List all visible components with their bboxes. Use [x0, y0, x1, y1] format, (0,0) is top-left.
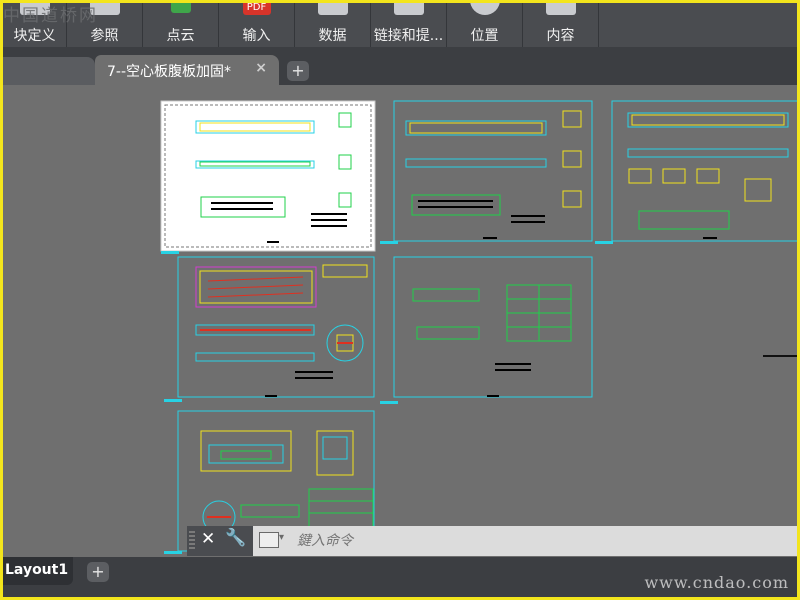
- sheet-3-drawing: [627, 112, 789, 239]
- close-icon[interactable]: ✕: [201, 529, 215, 549]
- command-input[interactable]: [295, 529, 789, 553]
- link-extract-icon: [393, 3, 424, 15]
- layout-sheets: [160, 100, 797, 554]
- close-tab-icon[interactable]: ×: [255, 60, 267, 76]
- sheet-6-drawing: [200, 430, 374, 534]
- data-icon: [317, 3, 348, 15]
- import-label: 输入: [242, 28, 271, 44]
- command-line: ✕ 🔧 ▾: [187, 526, 797, 556]
- file-tab-previous[interactable]: [3, 57, 95, 85]
- sheet-3: [611, 100, 797, 242]
- layout-tab-bar: Layout1 + www.cndao.com: [3, 557, 797, 597]
- pdf-import-icon: PDF: [242, 3, 271, 15]
- location-button[interactable]: 位置: [447, 3, 523, 47]
- command-line-tools: ✕ 🔧: [187, 526, 253, 556]
- link-extract-button[interactable]: 链接和提...: [371, 3, 447, 47]
- block-definition-label: 块定义: [13, 28, 56, 44]
- sheet-5-drawing: [412, 284, 572, 397]
- location-label: 位置: [470, 28, 499, 44]
- new-tab-button[interactable]: +: [287, 61, 309, 81]
- reference-label: 参照: [90, 28, 119, 44]
- location-icon: [469, 3, 500, 15]
- file-tab-title: 7--空心板腹板加固*: [107, 64, 232, 80]
- import-button[interactable]: PDF 输入: [219, 3, 295, 47]
- sheet-2-drawing: [405, 110, 582, 239]
- layout-tab-label: Layout1: [5, 562, 69, 578]
- drag-handle-icon[interactable]: [189, 531, 195, 551]
- file-tab-bar: 7--空心板腹板加固* × +: [3, 47, 797, 85]
- watermark-logo-top: 中国道桥网: [3, 6, 98, 26]
- content-icon: [545, 3, 576, 15]
- content-label: 内容: [546, 28, 575, 44]
- data-label: 数据: [318, 28, 347, 44]
- link-extract-label: 链接和提...: [373, 28, 444, 44]
- file-tab-active[interactable]: 7--空心板腹板加固* ×: [95, 55, 279, 85]
- watermark-url: www.cndao.com: [644, 573, 789, 592]
- autocad-window: 块定义 参照 点云 PDF 输入 数据 链接和提... 位置 内容 中国道桥网 …: [3, 3, 797, 597]
- layout-tab-active[interactable]: Layout1: [3, 557, 73, 585]
- chevron-down-icon[interactable]: ▾: [279, 532, 284, 543]
- content-button[interactable]: 内容: [523, 3, 599, 47]
- wrench-icon[interactable]: 🔧: [225, 528, 246, 548]
- drawing-canvas[interactable]: [3, 85, 797, 557]
- ucs-axis-marker: [763, 355, 797, 357]
- sheet-bar: [161, 251, 179, 254]
- sheet-2: [393, 100, 593, 242]
- data-button[interactable]: 数据: [295, 3, 371, 47]
- point-cloud-button[interactable]: 点云: [143, 3, 219, 47]
- sheet-4-drawing: [195, 264, 368, 397]
- ribbon-panel: 块定义 参照 点云 PDF 输入 数据 链接和提... 位置 内容: [3, 3, 797, 47]
- new-layout-button[interactable]: +: [87, 562, 109, 582]
- point-cloud-label: 点云: [166, 28, 195, 44]
- point-cloud-icon: [170, 3, 191, 13]
- command-prompt-icon[interactable]: [259, 532, 279, 548]
